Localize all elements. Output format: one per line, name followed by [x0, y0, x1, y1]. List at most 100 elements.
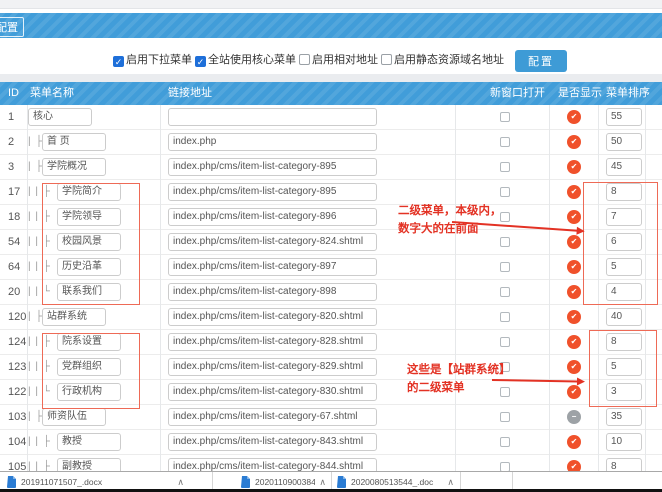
table-row: 3 | ├ 学院概况 index.php/cms/item-list-categ…: [0, 155, 662, 180]
visible-check-icon[interactable]: ✔: [567, 260, 581, 274]
checkbox-unchecked-icon[interactable]: [299, 54, 310, 65]
row-id: 124: [8, 330, 26, 354]
annotation-box-sort-values-1: [583, 182, 658, 305]
sort-input[interactable]: 50: [606, 133, 642, 151]
new-window-checkbox[interactable]: [500, 187, 510, 197]
top-gray-strip: [0, 0, 662, 9]
menu-name-input[interactable]: 教授: [57, 433, 121, 451]
new-window-checkbox[interactable]: [500, 312, 510, 322]
config-checkbox-item[interactable]: ✓启用下拉菜单: [113, 51, 192, 67]
col-header-visible: 是否显示: [558, 82, 602, 105]
link-input[interactable]: index.php/cms/item-list-category-897: [168, 258, 377, 276]
annotation-box-submenu-names-1: [42, 183, 140, 305]
config-checkbox-item[interactable]: ✓全站使用核心菜单: [195, 51, 296, 67]
table-header: ID 菜单名称 链接地址 新窗口打开 是否显示 菜单排序: [0, 82, 662, 105]
config-checkbox-label: 启用下拉菜单: [126, 54, 192, 66]
chevron-up-icon[interactable]: ∧: [447, 477, 454, 488]
table-row: 120 | ├ 站群系统 index.php/cms/item-list-cat…: [0, 305, 662, 330]
checkbox-checked-icon[interactable]: ✓: [195, 56, 206, 67]
link-input[interactable]: index.php/cms/item-list-category-820.sht…: [168, 308, 377, 326]
row-id: 3: [8, 155, 14, 179]
config-checkbox-item[interactable]: 启用相对地址: [299, 51, 378, 67]
checkbox-checked-icon[interactable]: ✓: [113, 56, 124, 67]
cms-menu-manager-screen: 配置 ✓启用下拉菜单✓全站使用核心菜单启用相对地址启用静态资源域名地址配置 ID…: [0, 0, 662, 492]
row-id: 54: [8, 230, 20, 254]
annotation-note-1: 二级菜单，本级内， 数字大的在前面: [398, 202, 502, 238]
link-input[interactable]: index.php/cms/item-list-category-898: [168, 283, 377, 301]
row-id: 18: [8, 205, 20, 229]
config-checkbox-label: 启用相对地址: [312, 54, 378, 66]
column-divider: [27, 105, 28, 471]
menu-config-bar: ✓启用下拉菜单✓全站使用核心菜单启用相对地址启用静态资源域名地址配置: [113, 46, 567, 72]
link-input[interactable]: index.php/cms/item-list-category-895: [168, 158, 377, 176]
config-checkbox-label: 全站使用核心菜单: [208, 54, 296, 66]
visible-check-icon[interactable]: ✔: [567, 210, 581, 224]
hidden-minus-icon[interactable]: −: [567, 410, 581, 424]
col-header-id: ID: [8, 82, 19, 105]
chevron-up-icon[interactable]: ∧: [319, 477, 326, 488]
doc-file-icon: [241, 476, 251, 488]
sort-input[interactable]: 10: [606, 433, 642, 451]
link-input[interactable]: index.php: [168, 133, 377, 151]
row-id: 20: [8, 280, 20, 304]
new-window-checkbox[interactable]: [500, 137, 510, 147]
link-input[interactable]: index.php/cms/item-list-category-824.sht…: [168, 233, 377, 251]
row-id: 120: [8, 305, 26, 329]
doc-file-icon: [337, 476, 347, 488]
table-row: 2 | ├ 首 页 index.php ✔ 50: [0, 130, 662, 155]
table-row: 1 核心 ✔ 55: [0, 105, 662, 130]
new-window-checkbox[interactable]: [500, 237, 510, 247]
new-window-checkbox[interactable]: [500, 437, 510, 447]
menu-name-input[interactable]: 核心: [28, 108, 92, 126]
link-input[interactable]: [168, 108, 377, 126]
link-input[interactable]: index.php/cms/item-list-category-828.sht…: [168, 333, 377, 351]
menu-name-input[interactable]: 学院概况: [42, 158, 106, 176]
download-filename: 2020110900384_.doc: [255, 477, 315, 487]
annotation-box-submenu-names-2: [42, 333, 140, 409]
new-window-checkbox[interactable]: [500, 112, 510, 122]
config-button[interactable]: 配置: [515, 50, 567, 72]
sort-input[interactable]: 40: [606, 308, 642, 326]
tree-prefix: | | ├: [28, 430, 51, 454]
sort-input[interactable]: 55: [606, 108, 642, 126]
chevron-up-icon[interactable]: ∧: [177, 477, 184, 488]
new-window-checkbox[interactable]: [500, 412, 510, 422]
menu-name-input[interactable]: 师资队伍: [42, 408, 106, 426]
menu-name-input[interactable]: 站群系统: [42, 308, 106, 326]
visible-check-icon[interactable]: ✔: [567, 110, 581, 124]
column-divider: [455, 105, 456, 471]
visible-check-icon[interactable]: ✔: [567, 135, 581, 149]
visible-check-icon[interactable]: ✔: [567, 435, 581, 449]
row-id: 17: [8, 180, 20, 204]
visible-check-icon[interactable]: ✔: [567, 185, 581, 199]
config-checkbox-item[interactable]: 启用静态资源域名地址: [381, 51, 504, 67]
visible-check-icon[interactable]: ✔: [567, 285, 581, 299]
checkbox-unchecked-icon[interactable]: [381, 54, 392, 65]
column-divider: [549, 105, 550, 471]
table-row: 104 | | ├ 教授 index.php/cms/item-list-cat…: [0, 430, 662, 455]
visible-check-icon[interactable]: ✔: [567, 360, 581, 374]
link-input[interactable]: index.php/cms/item-list-category-843.sht…: [168, 433, 377, 451]
col-header-name: 菜单名称: [30, 82, 74, 105]
visible-check-icon[interactable]: ✔: [567, 235, 581, 249]
row-id: 104: [8, 430, 26, 454]
new-window-checkbox[interactable]: [500, 337, 510, 347]
menu-name-input[interactable]: 首 页: [42, 133, 106, 151]
row-id: 64: [8, 255, 20, 279]
visible-check-icon[interactable]: ✔: [567, 310, 581, 324]
link-input[interactable]: index.php/cms/item-list-category-67.shtm…: [168, 408, 377, 426]
link-input[interactable]: index.php/cms/item-list-category-830.sht…: [168, 383, 377, 401]
new-window-checkbox[interactable]: [500, 262, 510, 272]
column-divider: [160, 105, 161, 471]
new-window-checkbox[interactable]: [500, 162, 510, 172]
sort-input[interactable]: 35: [606, 408, 642, 426]
link-input[interactable]: index.php/cms/item-list-category-896: [168, 208, 377, 226]
new-window-checkbox[interactable]: [500, 287, 510, 297]
col-header-new-window: 新窗口打开: [490, 82, 545, 105]
link-input[interactable]: index.php/cms/item-list-category-829.sht…: [168, 358, 377, 376]
sort-input[interactable]: 45: [606, 158, 642, 176]
visible-check-icon[interactable]: ✔: [567, 385, 581, 399]
visible-check-icon[interactable]: ✔: [567, 335, 581, 349]
visible-check-icon[interactable]: ✔: [567, 160, 581, 174]
link-input[interactable]: index.php/cms/item-list-category-895: [168, 183, 377, 201]
